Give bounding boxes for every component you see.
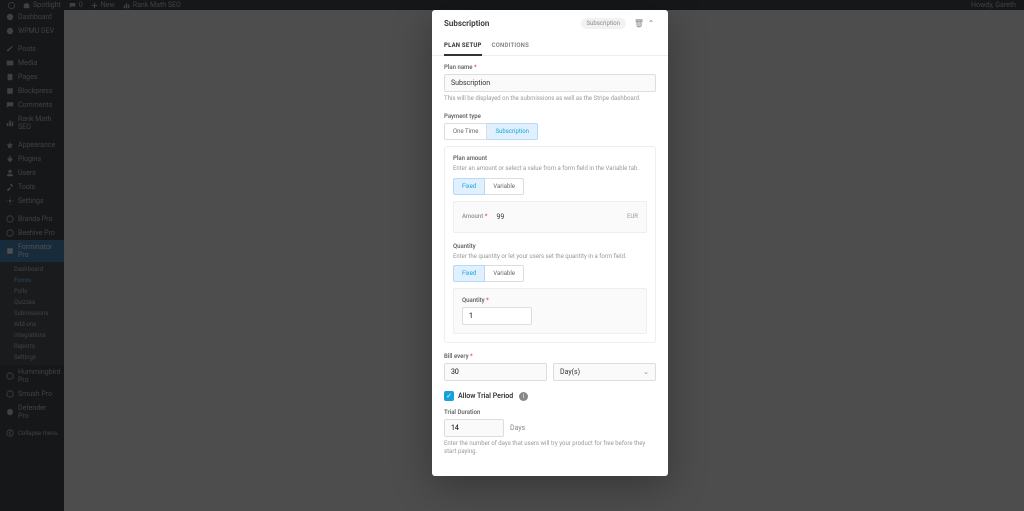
- payment-subscription[interactable]: Subscription: [487, 123, 538, 140]
- amount-variable[interactable]: Variable: [485, 178, 524, 195]
- trial-duration-input[interactable]: [444, 419, 504, 437]
- modal-badge: Subscription: [581, 18, 627, 29]
- modal-title: Subscription: [444, 19, 489, 28]
- plan-name-input[interactable]: [444, 74, 656, 92]
- plan-name-label: Plan name: [444, 64, 656, 71]
- quantity-label: Quantity: [462, 297, 638, 304]
- bill-every-label: Bill every: [444, 353, 656, 360]
- tab-plan-setup[interactable]: PLAN SETUP: [444, 37, 482, 56]
- trial-unit: Days: [510, 424, 525, 432]
- delete-icon[interactable]: 🗑: [634, 19, 644, 29]
- amount-fixed[interactable]: Fixed: [453, 178, 485, 195]
- allow-trial-checkbox[interactable]: ✓: [444, 391, 454, 401]
- quantity-input[interactable]: [462, 307, 532, 325]
- payment-one-time[interactable]: One Time: [444, 123, 487, 140]
- bill-every-input[interactable]: [444, 363, 547, 381]
- chevron-down-icon: ⌄: [643, 368, 649, 376]
- trial-duration-label: Trial Duration: [444, 409, 656, 416]
- collapse-icon[interactable]: ⌃: [646, 19, 656, 29]
- amount-label: Amount: [462, 213, 487, 220]
- bill-unit-value: Day(s): [560, 368, 580, 376]
- plan-amount-help: Enter an amount or select a value from a…: [453, 165, 647, 173]
- quantity-title: Quantity: [453, 243, 647, 250]
- quantity-variable[interactable]: Variable: [485, 265, 524, 282]
- tab-conditions[interactable]: CONDITIONS: [492, 37, 529, 55]
- allow-trial-label: Allow Trial Period: [458, 392, 513, 400]
- currency-label: EUR: [627, 213, 638, 220]
- payment-type-label: Payment type: [444, 113, 656, 120]
- trial-help: Enter the number of days that users will…: [444, 440, 656, 456]
- plan-amount-title: Plan amount: [453, 155, 647, 162]
- bill-unit-select[interactable]: Day(s) ⌄: [553, 363, 656, 381]
- quantity-fixed[interactable]: Fixed: [453, 265, 485, 282]
- quantity-help: Enter the quantity or let your users set…: [453, 253, 647, 261]
- info-icon[interactable]: i: [519, 392, 528, 401]
- subscription-modal: Subscription Subscription 🗑 ⌃ PLAN SETUP…: [432, 10, 668, 476]
- amount-input[interactable]: [493, 210, 621, 224]
- plan-name-help: This will be displayed on the submission…: [444, 95, 656, 103]
